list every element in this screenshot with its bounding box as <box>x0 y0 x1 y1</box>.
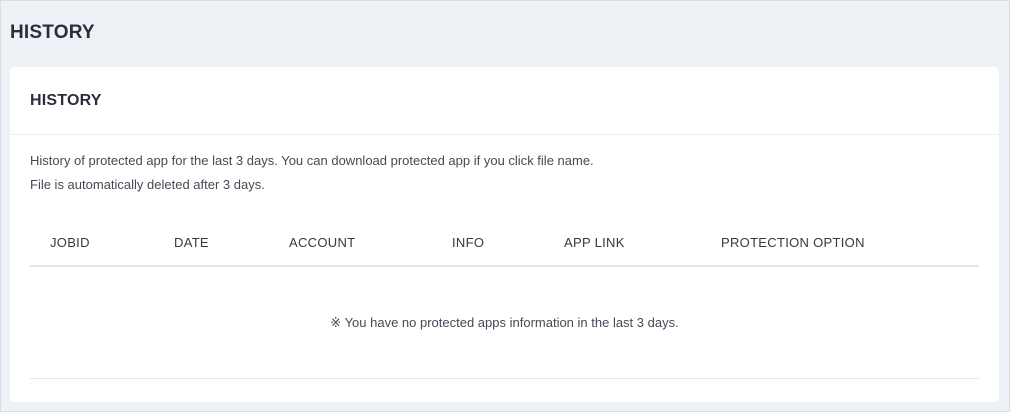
column-header-account: ACCOUNT <box>289 235 356 250</box>
column-header-date: DATE <box>174 235 209 250</box>
deletion-notice: File is automatically deleted after 3 da… <box>30 177 265 192</box>
card-title: HISTORY <box>30 91 102 109</box>
history-table-header: JOBID DATE ACCOUNT INFO APP LINK PROTECT… <box>30 225 979 267</box>
card-body: History of protected app for the last 3 … <box>10 135 999 379</box>
history-description: History of protected app for the last 3 … <box>30 153 594 168</box>
column-header-jobid: JOBID <box>50 235 90 250</box>
card-header: HISTORY <box>10 67 999 135</box>
empty-table-message: ※ You have no protected apps information… <box>30 267 979 379</box>
column-header-app-link: APP LINK <box>564 235 625 250</box>
column-header-protection-option: PROTECTION OPTION <box>721 235 865 250</box>
column-header-info: INFO <box>452 235 485 250</box>
history-card: HISTORY History of protected app for the… <box>10 67 999 402</box>
page-title: HISTORY <box>10 22 95 43</box>
